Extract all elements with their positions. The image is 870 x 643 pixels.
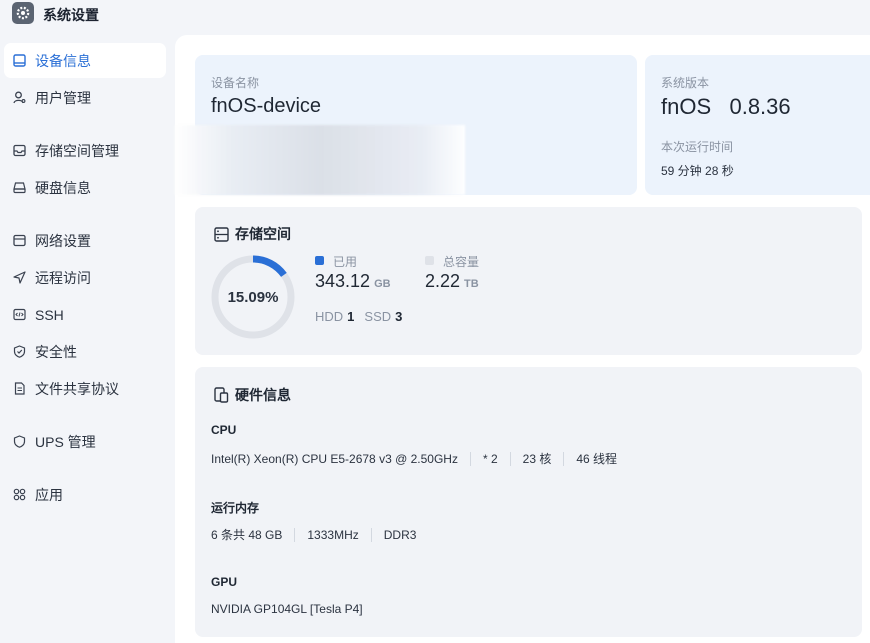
main-panel: 设备名称 fnOS-device 系统版本 fnOS 0.8.36 本次运行时间… [175,35,870,643]
settings-gear-icon [12,2,34,24]
gpu-model: NVIDIA GP104GL [Tesla P4] [211,602,363,616]
sidebar-item-network[interactable]: 网络设置 [4,223,166,258]
sidebar-item-users[interactable]: 用户管理 [4,80,166,115]
sidebar-item-disks[interactable]: 硬盘信息 [4,170,166,205]
network-icon [12,234,26,248]
divider [509,451,511,466]
uptime-label: 本次运行时间 [661,140,734,154]
system-version-label: 系统版本 [661,76,710,90]
memory-info: 6 条共 48 GB 1333MHz DDR3 [211,526,416,543]
cpu-model: Intel(R) Xeon(R) CPU E5-2678 v3 @ 2.50GH… [211,451,458,466]
sidebar-item-ups[interactable]: UPS 管理 [4,424,166,459]
sidebar-item-label: 安全性 [35,343,77,360]
total-label: 总容量 [443,255,480,269]
cpu-threads: 46 线程 [576,452,618,466]
total-unit: TB [464,278,479,290]
user-icon [12,91,26,105]
gpu-info: NVIDIA GP104GL [Tesla P4] [211,602,363,616]
ssd-label: SSD [364,309,392,324]
sidebar-item-label: 用户管理 [35,89,91,106]
storage-title: 存储空间 [213,224,291,244]
used-unit: GB [374,278,391,290]
storage-icon [12,144,26,158]
hdd-label: HDD [315,309,344,324]
cpu-label: CPU [211,423,237,437]
sidebar-item-label: 存储空间管理 [35,142,119,159]
title-bar: 系统设置 [0,0,870,30]
cpu-info: Intel(R) Xeon(R) CPU E5-2678 v3 @ 2.50GH… [211,450,617,467]
used-legend-dot [315,256,324,265]
sidebar-item-storage[interactable]: 存储空间管理 [4,133,166,168]
memory-speed: 1333MHz [307,527,359,542]
hardware-icon [213,387,229,403]
sidebar-item-file-sharing[interactable]: 文件共享协议 [4,371,166,406]
hard-disk-icon [12,181,26,195]
storage-card: 存储空间 15.09% 已用 343.12 GB 总容量 2.22 TB HDD 1 S… [195,207,862,355]
hardware-card: 硬件信息 CPU Intel(R) Xeon(R) CPU E5-2678 v3… [195,367,862,637]
divider [294,527,296,542]
divider [563,451,565,466]
server-icon [213,226,229,242]
storage-title-text: 存储空间 [235,226,291,242]
sidebar-item-label: SSH [35,306,64,323]
ssd-count: 3 [395,309,403,324]
total-number: 2.22 [425,271,461,291]
sidebar-item-remote-access[interactable]: 远程访问 [4,260,166,295]
redacted-region [175,125,465,195]
document-icon [12,382,26,396]
shield-icon [12,345,26,359]
storage-percent: 15.09% [227,288,279,306]
device-name-label: 设备名称 [211,76,260,90]
cpu-count: * 2 [482,451,498,466]
sidebar-item-security[interactable]: 安全性 [4,334,166,369]
memory-label: 运行内存 [211,501,260,515]
sidebar: 设备信息 用户管理 存储空间管理 硬盘信息 网络设置 远程访问 SSH 安全性 … [0,30,175,643]
disk-counts: HDD 1 SSD 3 [315,309,412,324]
sidebar-item-label: UPS 管理 [35,433,96,450]
sidebar-item-device-info[interactable]: 设备信息 [4,43,166,78]
hdd-count: 1 [347,309,355,324]
sidebar-item-ssh[interactable]: SSH [4,297,166,332]
code-icon [12,308,26,322]
app-title: 系统设置 [43,7,99,23]
sidebar-item-label: 应用 [35,486,63,503]
divider [370,527,372,542]
system-version-card: 系统版本 fnOS 0.8.36 本次运行时间 59 分钟 28 秒 [645,55,870,195]
device-name: fnOS-device [211,95,322,117]
used-number: 343.12 [315,271,371,291]
monitor-icon [12,54,26,68]
system-version: fnOS 0.8.36 [661,94,791,119]
send-icon [12,271,26,285]
used-value: 343.12 GB [315,271,391,292]
used-label: 已用 [333,255,358,269]
memory-size: 6 条共 48 GB [211,528,283,542]
gpu-label: GPU [211,575,238,589]
uptime-value: 59 分钟 28 秒 [661,164,734,178]
sidebar-item-apps[interactable]: 应用 [4,477,166,512]
apps-grid-icon [12,488,26,502]
sidebar-item-label: 硬盘信息 [35,179,91,196]
shield-outline-icon [12,435,26,449]
memory-type: DDR3 [383,527,417,542]
cpu-cores: 23 核 [522,452,552,466]
sidebar-item-label: 网络设置 [35,232,91,249]
total-legend-dot [425,256,434,265]
sidebar-item-label: 设备信息 [35,52,91,69]
total-value: 2.22 TB [425,271,479,292]
divider [469,451,471,466]
sidebar-item-label: 远程访问 [35,269,91,286]
hardware-title-text: 硬件信息 [235,387,291,403]
hardware-title: 硬件信息 [213,385,291,405]
sidebar-item-label: 文件共享协议 [35,380,119,397]
